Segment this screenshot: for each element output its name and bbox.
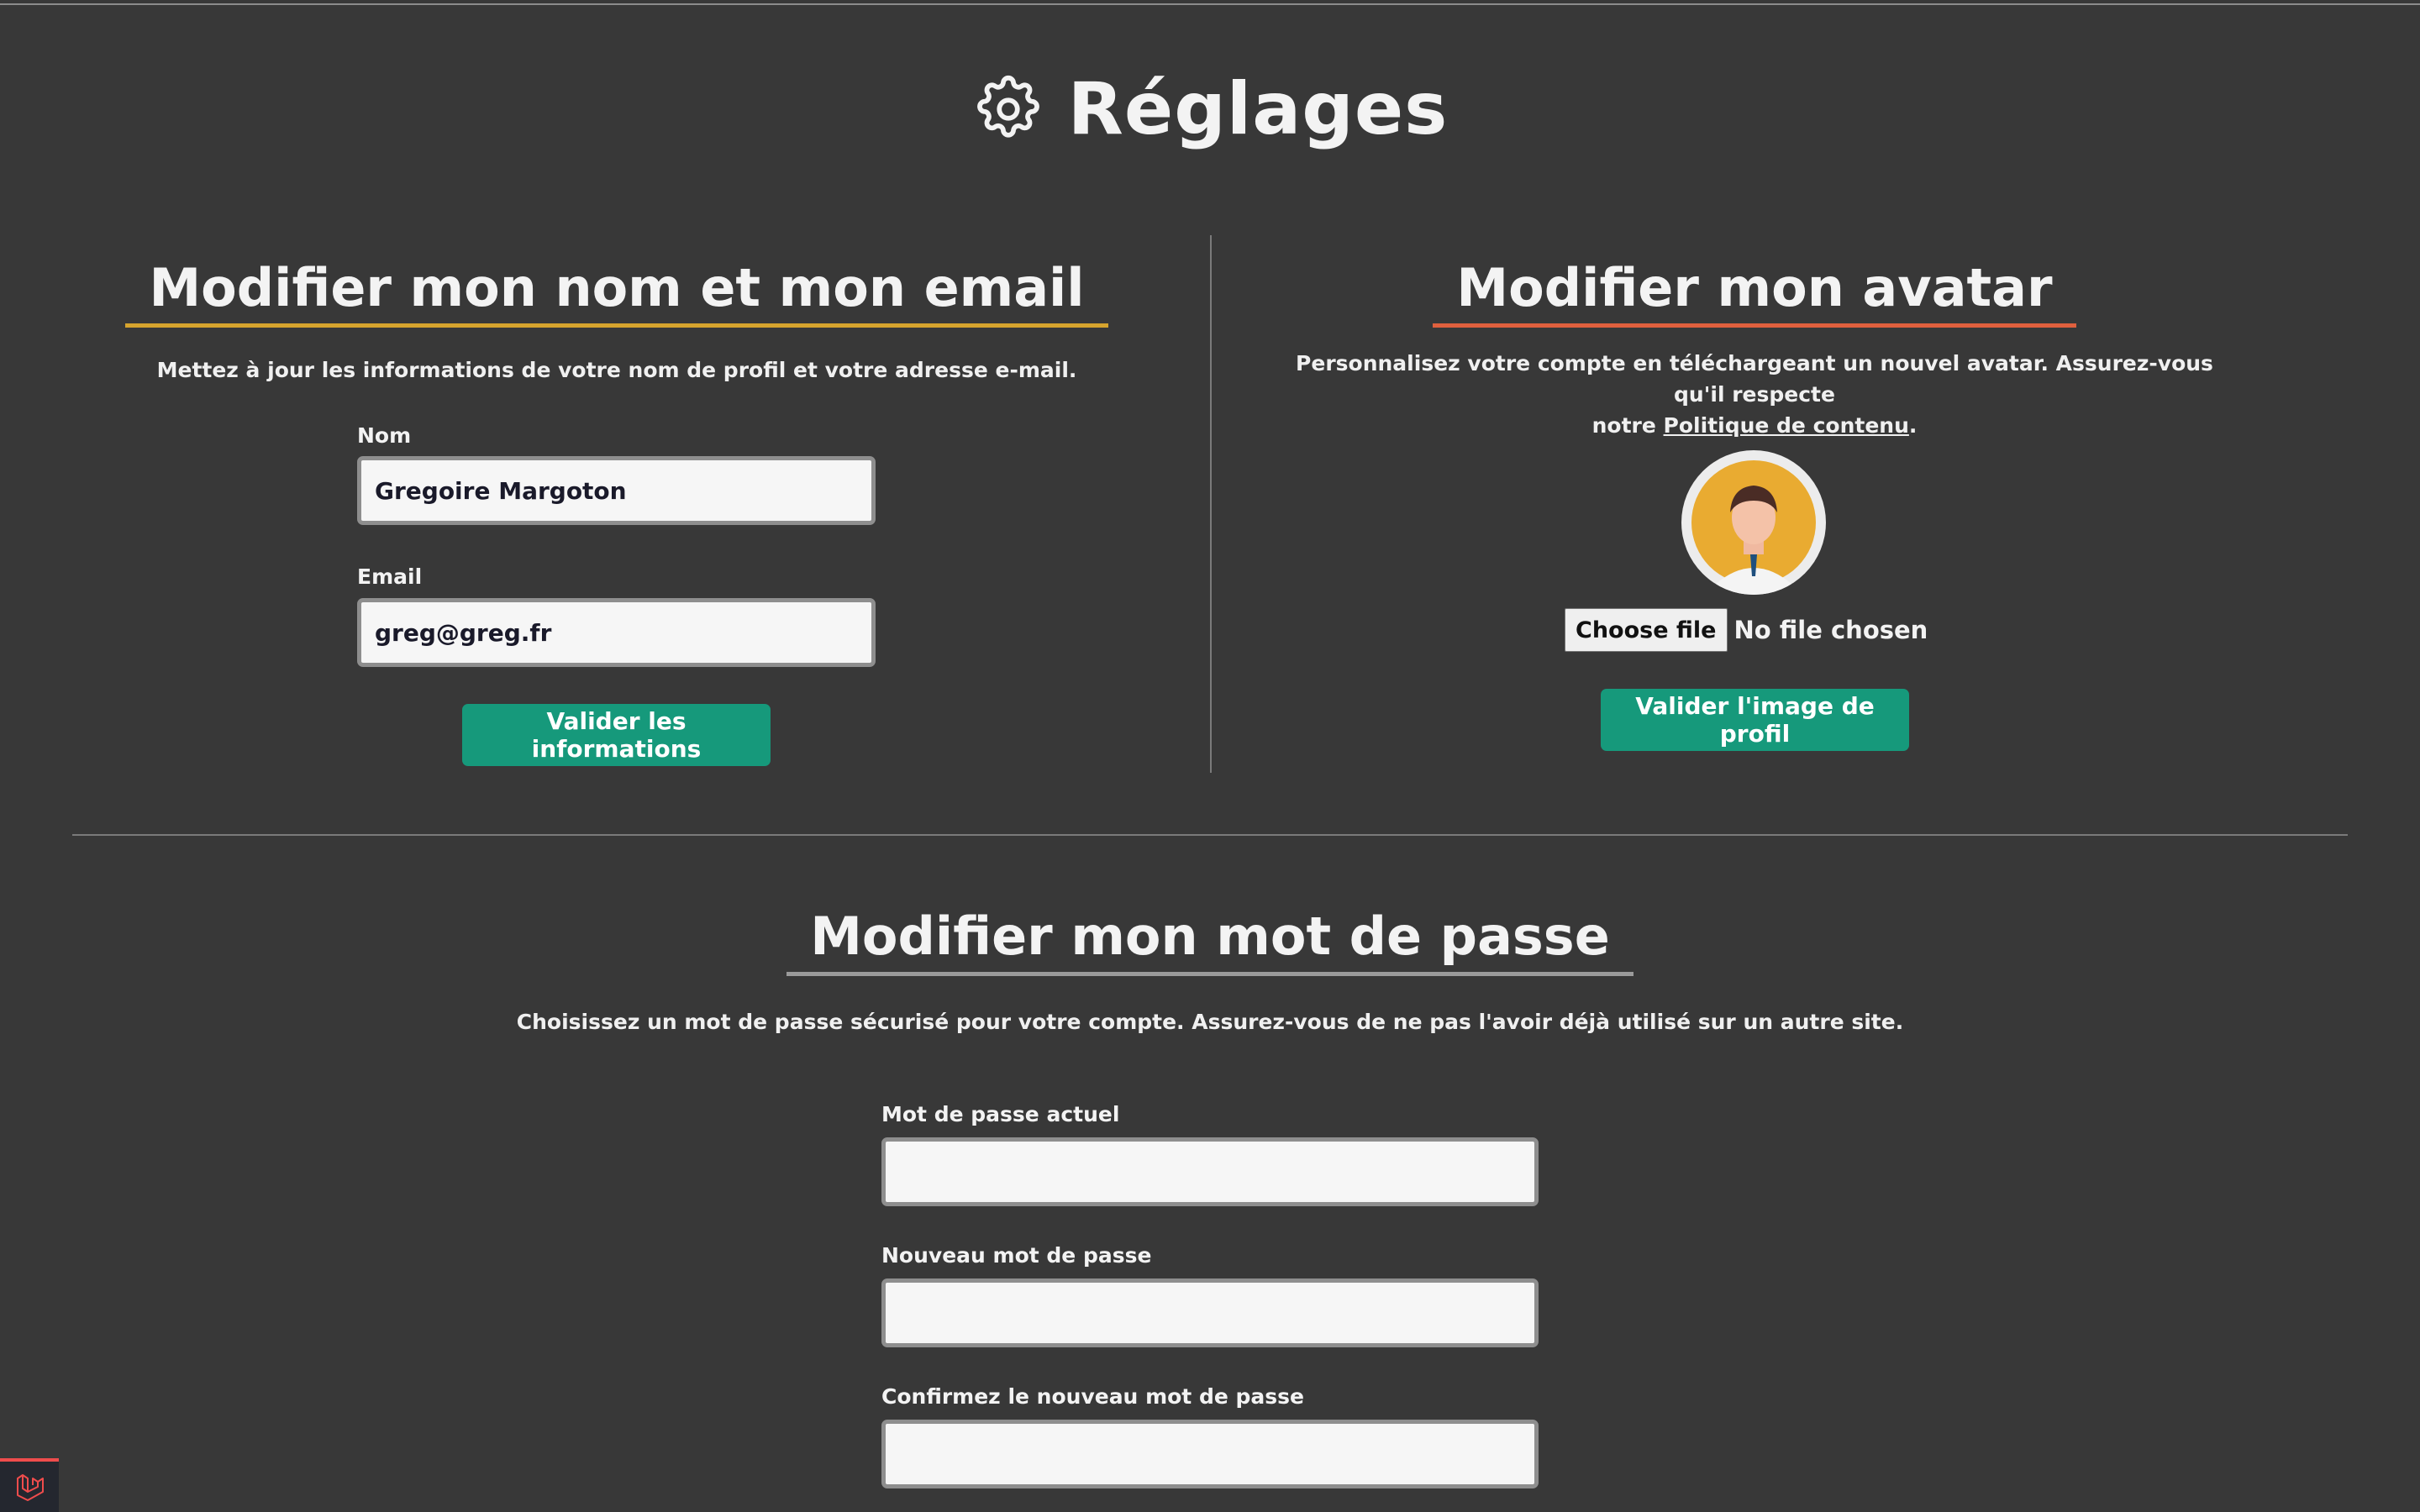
profile-section-title: Modifier mon nom et mon email [125, 257, 1108, 328]
avatar-description-prefix: notre [1591, 413, 1664, 438]
avatar-description-suffix: . [1908, 413, 1918, 438]
content-policy-link[interactable]: Politique de contenu [1664, 413, 1909, 438]
email-label: Email [357, 564, 423, 589]
debug-toolbar-toggle[interactable] [0, 1458, 59, 1512]
name-input[interactable] [357, 456, 876, 525]
vertical-divider [1210, 235, 1212, 773]
new-password-input[interactable] [881, 1278, 1539, 1347]
file-status: No file chosen [1733, 616, 1928, 644]
name-label: Nom [357, 423, 412, 448]
avatar-image [1691, 460, 1816, 595]
profile-section-description: Mettez à jour les informations de votre … [156, 358, 1077, 382]
current-password-label: Mot de passe actuel [881, 1102, 1120, 1126]
password-section: Modifier mon mot de passe Choisissez un … [0, 906, 2420, 1037]
submit-profile-button[interactable]: Valider les informations [462, 704, 771, 766]
avatar [1681, 450, 1826, 595]
choose-file-button[interactable]: Choose file [1565, 608, 1728, 652]
file-picker: Choose file No file chosen [1565, 608, 1928, 652]
avatar-description-line2: notre Politique de contenu. [1277, 410, 2232, 441]
page-header: Réglages [0, 67, 2420, 151]
avatar-section-description: Personnalisez votre compte en télécharge… [1277, 348, 2232, 441]
password-section-title: Modifier mon mot de passe [786, 906, 1634, 976]
confirm-password-label: Confirmez le nouveau mot de passe [881, 1384, 1304, 1409]
submit-avatar-button[interactable]: Valider l'image de profil [1601, 689, 1909, 751]
settings-page: Réglages Modifier mon nom et mon email M… [0, 0, 2420, 1512]
avatar-section: Modifier mon avatar Personnalisez votre … [1277, 257, 2232, 441]
top-divider [0, 3, 2420, 5]
current-password-input[interactable] [881, 1137, 1539, 1206]
avatar-section-title: Modifier mon avatar [1433, 257, 2076, 328]
profile-section: Modifier mon nom et mon email Mettez à j… [101, 257, 1133, 386]
page-title: Réglages [1067, 67, 1449, 151]
gear-icon [976, 75, 1039, 138]
password-section-description: Choisissez un mot de passe sécurisé pour… [516, 1010, 1904, 1034]
laravel-icon [17, 1474, 44, 1501]
avatar-description-line1: Personnalisez votre compte en télécharge… [1296, 351, 2213, 407]
confirm-password-input[interactable] [881, 1420, 1539, 1488]
new-password-label: Nouveau mot de passe [881, 1243, 1152, 1268]
horizontal-divider [72, 834, 2348, 836]
email-input[interactable] [357, 598, 876, 667]
